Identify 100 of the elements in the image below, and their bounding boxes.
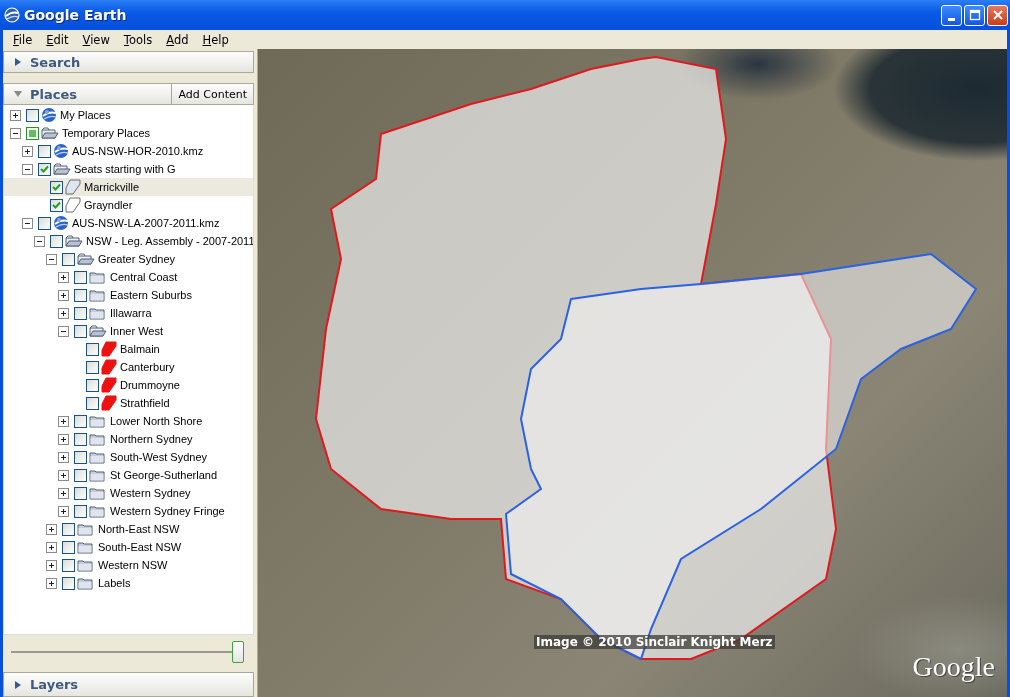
expander-toggle[interactable] [58,415,69,427]
checkbox[interactable] [38,216,51,230]
slider-thumb[interactable] [232,641,244,663]
checkbox[interactable] [86,342,99,356]
expander-toggle[interactable] [58,289,69,301]
checkbox[interactable] [38,144,51,158]
maximize-button[interactable] [964,4,985,26]
checkbox[interactable] [74,432,87,446]
folder-icon [77,575,95,591]
expander-toggle[interactable] [34,235,45,247]
expander-toggle[interactable] [46,523,57,535]
menu-item[interactable]: File [7,32,41,47]
expander-toggle[interactable] [10,127,21,139]
checkbox[interactable] [50,180,63,194]
expander-toggle[interactable] [46,253,57,265]
expander-toggle[interactable] [58,487,69,499]
tree-item[interactable]: Seats starting with G [73,163,177,175]
tree-item[interactable]: AUS-NSW-LA-2007-2011.kmz [71,217,221,229]
panel-header[interactable]: Layers [3,672,254,697]
expander-toggle[interactable] [58,451,69,463]
tree-item[interactable]: Drummoyne [119,379,181,391]
open-folder-icon [77,251,95,267]
tree-item[interactable]: Lower North Shore [109,415,204,427]
expander-toggle[interactable] [46,541,57,553]
checkbox[interactable] [74,468,87,482]
tree-item[interactable]: Central Coast [109,271,179,283]
panel-title: Places [30,86,78,102]
tree-item[interactable]: South-West Sydney [109,451,208,463]
globe-icon [53,143,69,159]
checkbox[interactable] [26,108,39,122]
tree-item[interactable]: Eastern Suburbs [109,289,193,301]
checkbox[interactable] [74,306,87,320]
checkbox[interactable] [74,288,87,302]
collapse-triangle-icon[interactable] [14,90,22,98]
tree-item[interactable]: Inner West [109,325,164,337]
tree-item[interactable]: Labels [97,577,132,589]
expander-toggle[interactable] [58,271,69,283]
tree-item[interactable]: Illawarra [109,307,153,319]
tree-item[interactable]: Canterbury [119,361,176,373]
polygon-icon [101,377,117,393]
minimize-button[interactable] [941,4,962,26]
tree-item[interactable]: South-East NSW [97,541,183,553]
tree-item[interactable]: Strathfield [119,397,171,409]
add-content-button[interactable]: Add Content [172,83,254,105]
expander-toggle[interactable] [22,217,33,229]
tree-item[interactable]: Greater Sydney [97,253,177,265]
checkbox[interactable] [86,378,99,392]
tree-item[interactable]: AUS-NSW-HOR-2010.kmz [71,145,205,157]
panel-header[interactable]: Search [3,51,254,73]
checkbox[interactable] [50,234,63,248]
plus-icon [47,542,56,552]
tree-item[interactable]: Balmain [119,343,161,355]
checkbox[interactable] [74,324,87,338]
tree-item[interactable]: Marrickville [83,181,140,193]
image-credit: Image © 2010 Sinclair Knight Merz [534,635,775,649]
tree-item[interactable]: Western NSW [97,559,169,571]
checkbox[interactable] [86,360,99,374]
menu-item[interactable]: Edit [40,32,77,47]
expander-toggle[interactable] [22,145,33,157]
checkbox[interactable] [50,198,63,212]
checkbox[interactable] [74,450,87,464]
expand-triangle-icon[interactable] [14,58,22,66]
plus-icon [59,290,68,300]
expander-toggle[interactable] [58,433,69,445]
tree-item[interactable]: Northern Sydney [109,433,194,445]
checkbox[interactable] [62,576,75,590]
close-button[interactable] [987,4,1008,26]
tree-item[interactable]: Grayndler [83,199,134,211]
tree-item[interactable]: North-East NSW [97,523,181,535]
tree-item[interactable]: Temporary Places [61,127,152,139]
expander-toggle[interactable] [46,559,57,571]
expander-toggle[interactable] [58,307,69,319]
expander-toggle[interactable] [58,505,69,517]
expander-toggle[interactable] [22,163,33,175]
checkbox[interactable] [74,504,87,518]
checkbox[interactable] [62,540,75,554]
checkbox[interactable] [74,270,87,284]
checkbox[interactable] [74,414,87,428]
tree-item[interactable]: Western Sydney [109,487,192,499]
expander-toggle[interactable] [58,469,69,481]
expander-toggle[interactable] [46,577,57,589]
menu-item[interactable]: Add [160,32,197,47]
tree-item[interactable]: St George-Sutherland [109,469,218,481]
checkbox[interactable] [74,486,87,500]
checkbox[interactable] [62,558,75,572]
plus-icon [11,110,20,120]
checkbox[interactable] [38,162,51,176]
checkbox[interactable] [86,396,99,410]
expander-toggle[interactable] [10,109,21,121]
tree-item[interactable]: My Places [59,109,112,121]
menu-item[interactable]: Help [196,32,237,47]
menu-item[interactable]: Tools [117,32,161,47]
expander-toggle[interactable] [58,325,69,337]
checkbox[interactable] [62,252,75,266]
panel-header[interactable]: Places [3,83,173,105]
menu-item[interactable]: View [76,32,118,47]
tree-item[interactable]: Western Sydney Fringe [109,505,226,517]
panel-title: Layers [30,677,79,692]
checkbox[interactable] [62,522,75,536]
expand-triangle-icon[interactable] [14,680,22,689]
